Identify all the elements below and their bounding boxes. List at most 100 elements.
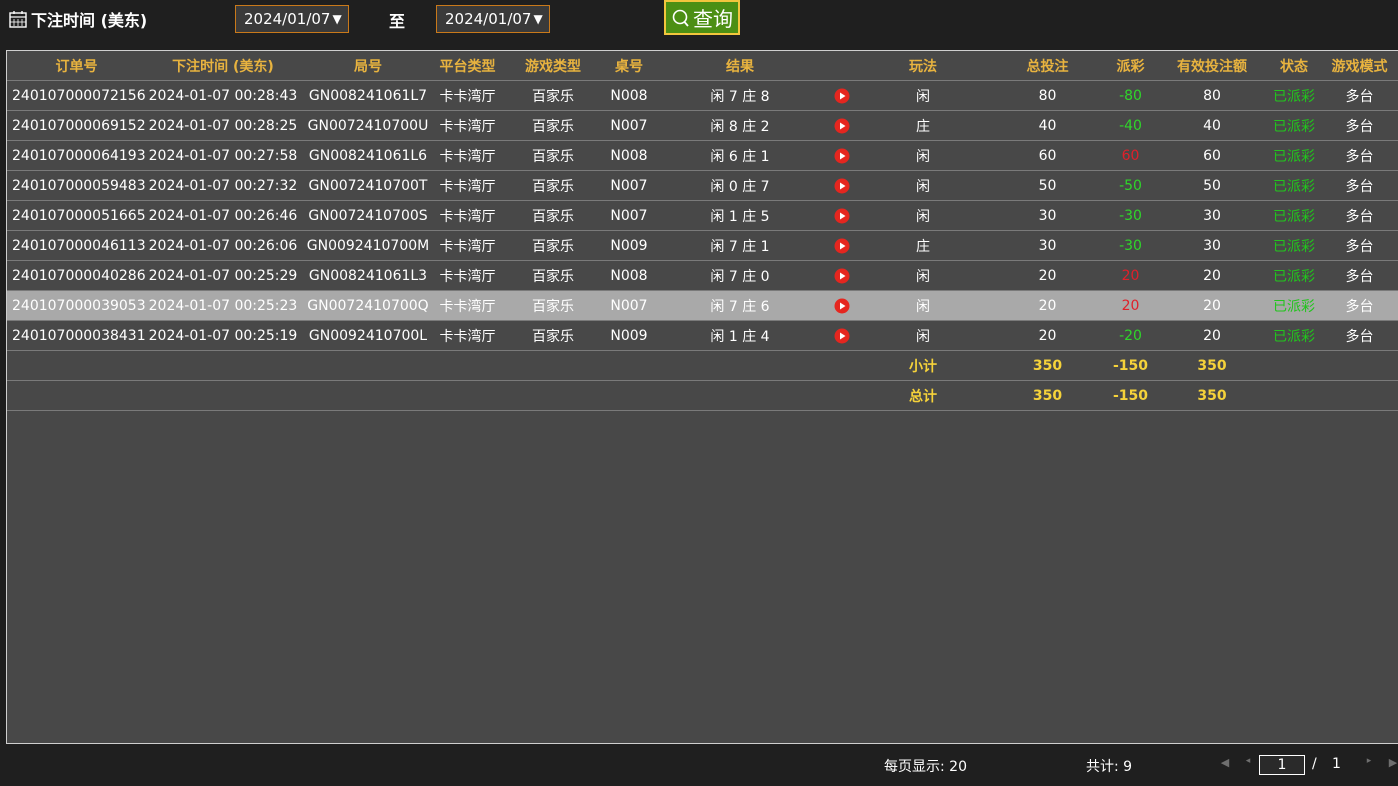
result-cell: 闲 1 庄 5 [651,200,829,231]
column-header: 有效投注额 [1157,51,1267,81]
game-mode-cell: 多台 [1321,230,1398,261]
column-header: 派彩 [1104,51,1157,81]
valid-bet-cell: 20 [1157,320,1267,351]
bet-time-cell: 2024-01-07 00:25:29 [146,260,300,291]
valid-bet-cell: 20 [1157,290,1267,321]
replay-cell [829,230,855,261]
order-number-cell: 240107000046113 [7,230,146,261]
total-bet-cell: 80 [991,80,1104,111]
table-number-cell: N007 [607,110,651,141]
valid-bet-cell: 80 [1157,80,1267,111]
play-video-icon[interactable] [834,178,850,194]
game-mode-cell: 多台 [1321,80,1398,111]
round-number-cell: GN0072410700U [300,110,436,141]
column-header: 总投注 [991,51,1104,81]
round-number-cell: GN008241061L7 [300,80,436,111]
order-number-cell: 240107000069152 [7,110,146,141]
game-mode-cell: 多台 [1321,170,1398,201]
payout-cell: -50 [1104,170,1157,201]
table-row[interactable]: 240107000059483 2024-01-07 00:27:32 GN0072… [7,170,1398,201]
total-bet-cell: 20 [991,320,1104,351]
table-number-cell: N007 [607,290,651,321]
summary-spacer [7,380,855,411]
replay-cell [829,170,855,201]
table-number-cell: N007 [607,170,651,201]
status-cell: 已派彩 [1267,290,1321,321]
order-number-cell: 240107000064193 [7,140,146,171]
start-date-select[interactable]: 2024/01/07 ▼ [235,5,349,33]
last-page-icon[interactable]: ▶ [1386,756,1398,770]
table-row[interactable]: 240107000039053 2024-01-07 00:25:23 GN0072… [7,290,1398,321]
total-bet-cell: 50 [991,170,1104,201]
bet-option-cell: 庄 [855,230,991,261]
replay-cell [829,200,855,231]
table-row[interactable]: 240107000069152 2024-01-07 00:28:25 GN0072… [7,110,1398,141]
status-cell: 已派彩 [1267,320,1321,351]
table-row[interactable]: 240107000040286 2024-01-07 00:25:29 GN0082… [7,260,1398,291]
table-row[interactable]: 240107000046113 2024-01-07 00:26:06 GN0092… [7,230,1398,261]
summary-label: 总计 [855,380,991,411]
column-header: 局号 [300,51,436,81]
table-number-cell: N009 [607,320,651,351]
platform-type-cell: 卡卡湾厅 [436,230,499,261]
play-video-icon[interactable] [834,238,850,254]
summary-total-bet: 350 [991,350,1104,381]
play-video-icon[interactable] [834,148,850,164]
table-row[interactable]: 240107000051665 2024-01-07 00:26:46 GN0072… [7,200,1398,231]
bet-time-cell: 2024-01-07 00:26:46 [146,200,300,231]
game-mode-cell: 多台 [1321,200,1398,231]
game-type-cell: 百家乐 [499,110,607,141]
play-video-icon[interactable] [834,88,850,104]
play-video-icon[interactable] [834,208,850,224]
bet-option-cell: 闲 [855,320,991,351]
column-header: 结果 [651,51,829,81]
column-header: 游戏类型 [499,51,607,81]
bet-time-cell: 2024-01-07 00:28:25 [146,110,300,141]
play-video-icon[interactable] [834,328,850,344]
round-number-cell: GN0072410700S [300,200,436,231]
bet-time-cell: 2024-01-07 00:26:06 [146,230,300,261]
platform-type-cell: 卡卡湾厅 [436,80,499,111]
title-text: 下注时间 (美东) [31,11,148,30]
bet-option-cell: 闲 [855,170,991,201]
bet-option-cell: 闲 [855,260,991,291]
end-date-select[interactable]: 2024/01/07 ▼ [436,5,550,33]
table-row[interactable]: 240107000038431 2024-01-07 00:25:19 GN0092… [7,320,1398,351]
first-page-icon[interactable]: ◀ [1218,756,1232,770]
dropdown-arrow-icon: ▼ [533,12,543,26]
table-row[interactable]: 240107000064193 2024-01-07 00:27:58 GN0082… [7,140,1398,171]
total-count-label: 共计: 9 [1086,759,1133,775]
query-button[interactable]: 查询 [664,0,740,35]
valid-bet-cell: 60 [1157,140,1267,171]
page-number-input[interactable] [1259,755,1305,775]
round-number-cell: GN0072410700Q [300,290,436,321]
total-bet-cell: 40 [991,110,1104,141]
play-video-icon[interactable] [834,118,850,134]
total-bet-cell: 60 [991,140,1104,171]
platform-type-cell: 卡卡湾厅 [436,110,499,141]
valid-bet-cell: 30 [1157,200,1267,231]
status-cell: 已派彩 [1267,230,1321,261]
status-cell: 已派彩 [1267,200,1321,231]
page-title: 下注时间 (美东) [8,7,147,31]
page-size-label: 每页显示: 20 [884,759,967,775]
total-pages: 1 [1332,756,1341,772]
payout-cell: -80 [1104,80,1157,111]
payout-cell: 20 [1104,290,1157,321]
column-header: 玩法 [855,51,991,81]
table-number-cell: N008 [607,260,651,291]
summary-valid-bet: 350 [1157,350,1267,381]
query-button-label: 查询 [693,7,733,31]
replay-cell [829,290,855,321]
replay-cell [829,140,855,171]
prev-page-icon[interactable]: ◂ [1241,756,1255,770]
play-video-icon[interactable] [834,298,850,314]
column-header [829,51,855,81]
round-number-cell: GN008241061L3 [300,260,436,291]
platform-type-cell: 卡卡湾厅 [436,170,499,201]
table-row[interactable]: 240107000072156 2024-01-07 00:28:43 GN0082… [7,80,1398,111]
bet-option-cell: 闲 [855,140,991,171]
play-video-icon[interactable] [834,268,850,284]
game-type-cell: 百家乐 [499,140,607,171]
next-page-icon[interactable]: ▸ [1362,756,1376,770]
